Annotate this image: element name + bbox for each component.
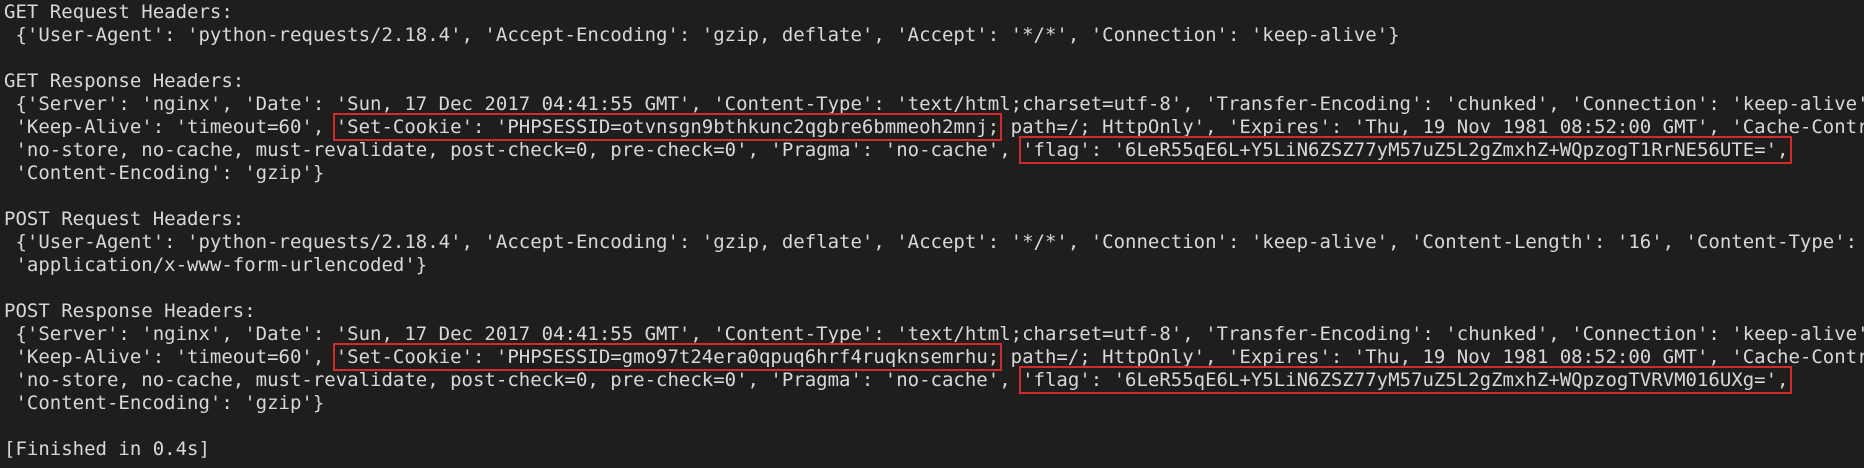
- finished-status: [Finished in 0.4s]: [4, 438, 210, 460]
- flag-highlight: 'flag': '6LeR55qE6L+Y5LiN6ZSZ77yM57uZ5L2…: [1019, 366, 1792, 394]
- post-request-headers-line: {'User-Agent': 'python-requests/2.18.4',…: [4, 231, 1858, 253]
- get-request-headers-dict: {'User-Agent': 'python-requests/2.18.4',…: [4, 24, 1400, 46]
- post-response-heading: POST Response Headers:: [4, 300, 256, 322]
- output-text: path=/; HttpOnly', 'Expires': 'Thu, 19 N…: [999, 346, 1864, 368]
- post-response-headers-line: 'no-store, no-cache, must-revalidate, po…: [4, 366, 1792, 394]
- get-response-headers-line: 'Content-Encoding': 'gzip'}: [4, 162, 325, 184]
- post-response-headers-line: 'Content-Encoding': 'gzip'}: [4, 392, 325, 414]
- output-text: 'Keep-Alive': 'timeout=60',: [4, 346, 336, 368]
- get-request-heading: GET Request Headers:: [4, 1, 233, 23]
- output-text: 'no-store, no-cache, must-revalidate, po…: [4, 139, 1023, 161]
- get-response-headers-line: {'Server': 'nginx', 'Date': 'Sun, 17 Dec…: [4, 93, 1864, 115]
- get-response-headers-line: 'Keep-Alive': 'timeout=60', 'Set-Cookie'…: [4, 113, 1864, 141]
- build-output-console[interactable]: GET Request Headers: {'User-Agent': 'pyt…: [4, 1, 1864, 468]
- post-response-headers-line: {'Server': 'nginx', 'Date': 'Sun, 17 Dec…: [4, 323, 1864, 345]
- set-cookie-highlight: 'Set-Cookie': 'PHPSESSID=gmo97t24era0qpu…: [332, 343, 1003, 371]
- post-response-headers-line: 'Keep-Alive': 'timeout=60', 'Set-Cookie'…: [4, 343, 1864, 371]
- output-text: path=/; HttpOnly', 'Expires': 'Thu, 19 N…: [999, 116, 1864, 138]
- post-request-heading: POST Request Headers:: [4, 208, 245, 230]
- post-request-headers-line: 'application/x-www-form-urlencoded'}: [4, 254, 428, 276]
- get-response-heading: GET Response Headers:: [4, 70, 245, 92]
- output-text: 'Keep-Alive': 'timeout=60',: [4, 116, 336, 138]
- output-text: 'no-store, no-cache, must-revalidate, po…: [4, 369, 1023, 391]
- get-response-headers-line: 'no-store, no-cache, must-revalidate, po…: [4, 136, 1792, 164]
- set-cookie-highlight: 'Set-Cookie': 'PHPSESSID=otvnsgn9bthkunc…: [332, 113, 1003, 141]
- flag-highlight: 'flag': '6LeR55qE6L+Y5LiN6ZSZ77yM57uZ5L2…: [1019, 136, 1792, 164]
